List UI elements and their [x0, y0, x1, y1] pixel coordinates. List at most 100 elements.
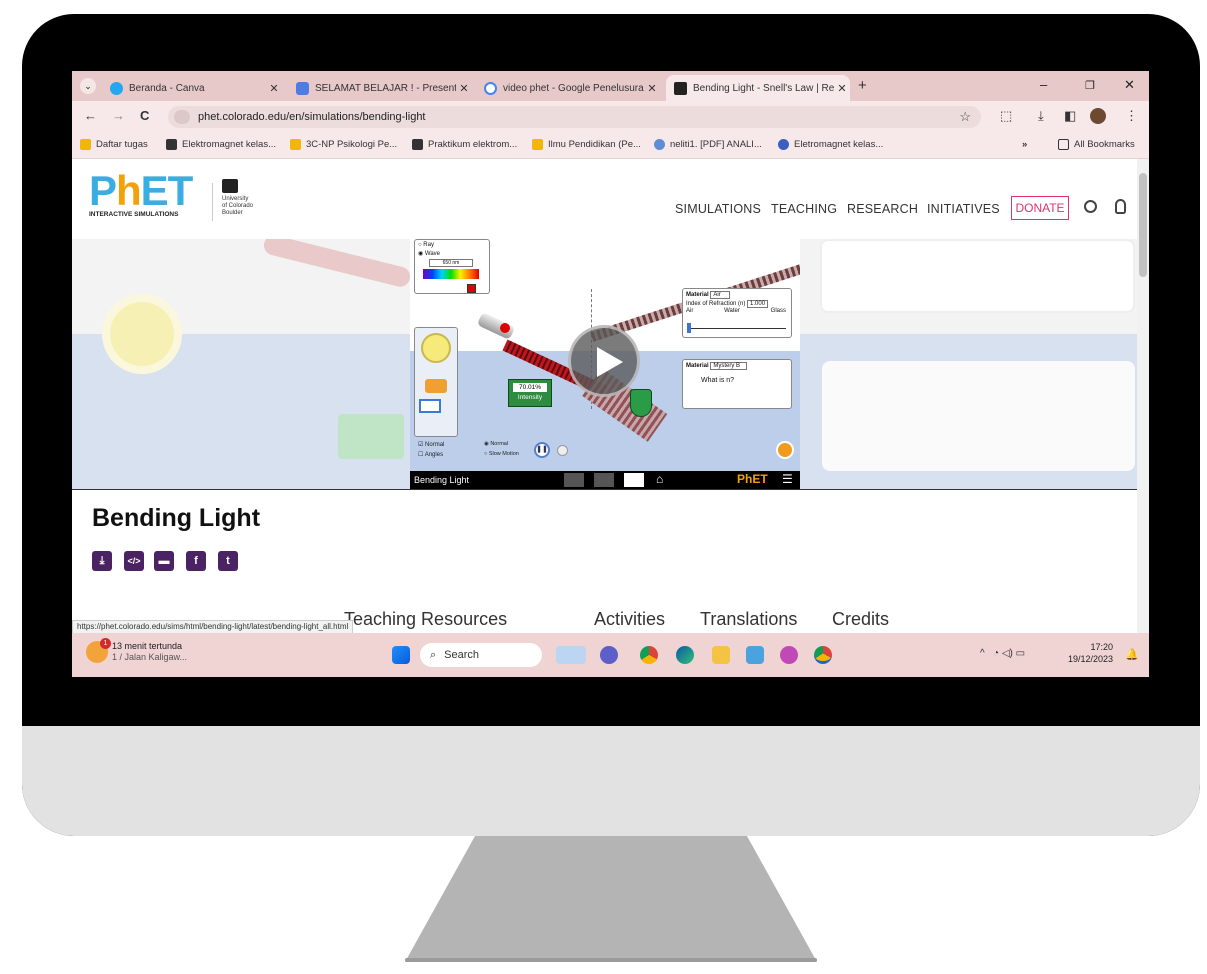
material-select[interactable]: Mystery B	[710, 362, 748, 370]
angles-checkbox[interactable]: ☐ Angles	[418, 451, 443, 458]
scrollbar-thumb[interactable]	[1139, 173, 1147, 277]
bookmark-item[interactable]: 3C-NP Psikologi Pe...	[290, 139, 397, 150]
nav-teaching[interactable]: TEACHING	[771, 202, 837, 216]
app-sl-icon[interactable]	[780, 646, 798, 664]
twitter-icon[interactable]: t	[218, 551, 238, 571]
reset-button[interactable]	[776, 441, 794, 459]
close-icon[interactable]: ✕	[456, 82, 472, 95]
page-scrollbar[interactable]	[1137, 159, 1149, 633]
ray-option[interactable]: ○ Ray	[418, 242, 486, 248]
video-bottom-border	[72, 489, 1137, 490]
tab-activities[interactable]: Activities	[594, 609, 665, 630]
url-text[interactable]: phet.colorado.edu/en/simulations/bending…	[198, 111, 426, 123]
file-explorer-icon[interactable]	[712, 646, 730, 664]
tab-google-search[interactable]: video phet - Google Penelusuran ✕	[476, 75, 660, 101]
speed-slow-radio[interactable]: ○ Slow Motion	[484, 451, 519, 457]
pause-button[interactable]: ❚❚	[534, 442, 550, 458]
normal-label: Normal	[425, 442, 445, 448]
windows-start-icon[interactable]	[392, 646, 410, 664]
sensor-icon[interactable]	[419, 399, 441, 413]
index-slider[interactable]	[688, 328, 786, 329]
tab-translations[interactable]: Translations	[700, 609, 797, 630]
close-icon[interactable]: ✕	[644, 82, 660, 95]
menu-icon[interactable]: ⋮	[1125, 108, 1138, 124]
nav-research[interactable]: RESEARCH	[847, 202, 918, 216]
weather-widget[interactable]: 1 13 menit tertunda 1 / Jalan Kaligaw...	[86, 638, 187, 663]
video-player[interactable]: ○ Ray ◉ Wave 650 nm Material Air Index o…	[72, 239, 1137, 489]
tray-icons[interactable]: ^ ◔ ◁) ▭	[980, 648, 1025, 659]
office-icon[interactable]	[746, 646, 764, 664]
normal-checkbox[interactable]: ☑ Normal	[418, 441, 444, 448]
notification-icon[interactable]: 🔔	[1125, 648, 1139, 661]
classroom-icon[interactable]: ▬	[154, 551, 174, 571]
reload-button[interactable]: C	[140, 108, 149, 123]
simulation-frame[interactable]: ○ Ray ◉ Wave 650 nm Material Air Index o…	[410, 239, 800, 489]
all-bookmarks-button[interactable]: All Bookmarks	[1058, 139, 1135, 150]
wavelength-stepper[interactable]: 650 nm	[429, 259, 473, 267]
bookmark-item[interactable]: Elektromagnet kelas...	[166, 139, 276, 150]
user-icon[interactable]	[1115, 199, 1126, 214]
extensions-icon[interactable]: ⬚	[1000, 108, 1012, 124]
minimize-button[interactable]: –	[1040, 77, 1047, 92]
close-icon[interactable]: ✕	[266, 82, 282, 95]
tab-search-button[interactable]: ⌄	[80, 78, 96, 94]
material-panel-bottom: Material Mystery B What is n?	[682, 359, 792, 409]
clock[interactable]: 17:20 19/12/2023	[1068, 641, 1113, 665]
chrome-icon[interactable]	[640, 646, 658, 664]
tab-presentation[interactable]: SELAMAT BELAJAR ! - Presentasi ✕	[288, 75, 472, 101]
home-icon[interactable]: ⌂	[656, 472, 663, 486]
sim-menu-icon[interactable]: ☰	[782, 472, 793, 486]
restore-button[interactable]: ❐	[1085, 79, 1095, 92]
profile-avatar[interactable]	[1090, 108, 1106, 124]
donate-button[interactable]: DONATE	[1011, 196, 1069, 220]
meet-icon[interactable]	[600, 646, 618, 664]
bookmark-item[interactable]: Daftar tugas	[80, 139, 148, 150]
nav-simulations[interactable]: SIMULATIONS	[675, 202, 761, 216]
facebook-icon[interactable]: f	[186, 551, 206, 571]
side-panel-icon[interactable]: ◧	[1064, 108, 1076, 124]
bookmark-item[interactable]: Eletromagnet kelas...	[778, 139, 883, 150]
tab-credits[interactable]: Credits	[832, 609, 889, 630]
more-bookmarks-button[interactable]: »	[1022, 139, 1027, 150]
material-select[interactable]: Air	[710, 291, 730, 299]
tab-canva[interactable]: Beranda - Canva ✕	[102, 75, 282, 101]
bookmark-star-icon[interactable]: ☆	[959, 109, 971, 125]
nav-initiatives[interactable]: INITIATIVES	[927, 202, 1000, 216]
bookmark-item[interactable]: Ilmu Pendidikan (Pe...	[532, 139, 641, 150]
protractor-icon[interactable]	[421, 333, 451, 363]
wavelength-slider-thumb[interactable]	[467, 284, 476, 293]
back-button[interactable]: ←	[84, 108, 97, 123]
chrome-profile-icon[interactable]	[814, 646, 832, 664]
wavelength-spectrum[interactable]	[423, 269, 479, 279]
download-icon[interactable]: ⤓	[1038, 108, 1044, 124]
new-tab-button[interactable]: +	[858, 77, 867, 94]
index-slider-thumb[interactable]	[687, 323, 691, 333]
omnibox[interactable]: phet.colorado.edu/en/simulations/bending…	[168, 106, 981, 128]
close-icon[interactable]: ✕	[834, 82, 850, 95]
play-button[interactable]	[568, 325, 640, 397]
speed-normal-radio[interactable]: ◉ Normal	[484, 441, 508, 447]
bookmark-item[interactable]: neliti1. [PDF] ANALI...	[654, 139, 762, 150]
widgets-icon[interactable]	[556, 646, 586, 664]
edge-icon[interactable]	[676, 646, 694, 664]
search-icon[interactable]	[1084, 200, 1097, 213]
window-close-button[interactable]: ✕	[1124, 77, 1135, 93]
intensity-meter-icon[interactable]	[425, 379, 447, 393]
step-button[interactable]	[557, 445, 568, 456]
prisms-screen-button[interactable]	[594, 473, 614, 487]
intro-screen-button[interactable]	[564, 473, 584, 487]
more-tools-screen-button[interactable]	[624, 473, 644, 487]
intensity-probe-icon[interactable]	[630, 389, 652, 417]
site-info-icon[interactable]	[174, 110, 190, 124]
phet-logo[interactable]: PhET INTERACTIVE SIMULATIONS	[89, 170, 193, 219]
bookmark-item[interactable]: Praktikum elektrom...	[412, 139, 517, 150]
wave-option[interactable]: ◉ Wave	[418, 250, 486, 257]
download-icon[interactable]: ⤓	[92, 551, 112, 571]
index-value[interactable]: 1.000	[747, 300, 769, 308]
laser-button-icon[interactable]	[500, 323, 510, 333]
tab-teaching-resources[interactable]: Teaching Resources	[344, 609, 507, 630]
embed-icon[interactable]: </>	[124, 551, 144, 571]
forward-button[interactable]: →	[112, 108, 125, 123]
tab-bending-light[interactable]: Bending Light - Snell's Law | Re ✕	[666, 75, 850, 101]
taskbar-search[interactable]: ⌕ Search	[420, 643, 542, 667]
